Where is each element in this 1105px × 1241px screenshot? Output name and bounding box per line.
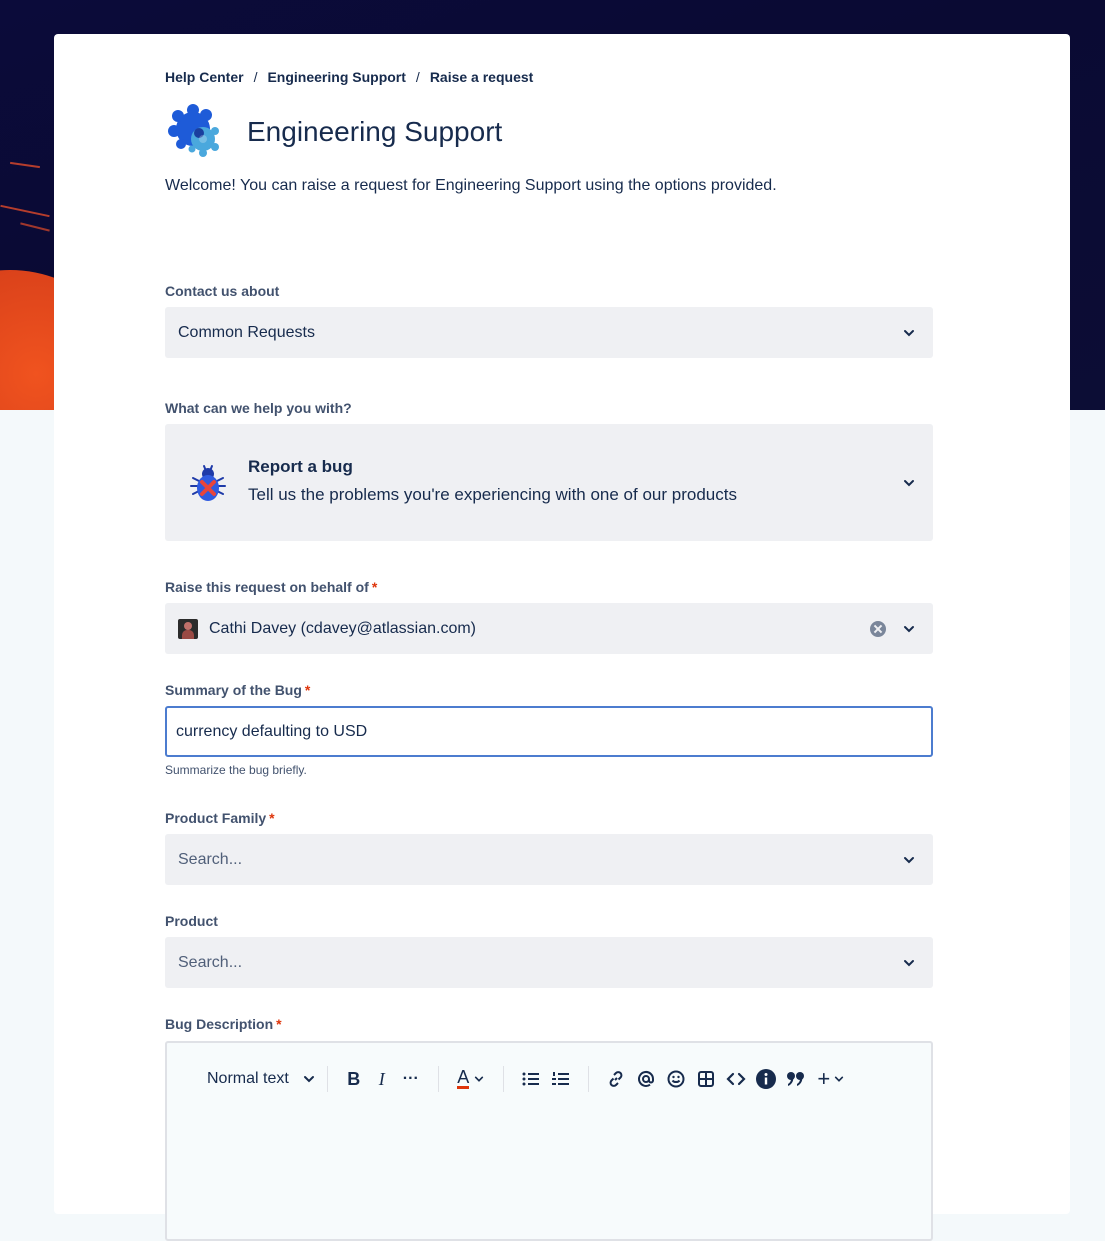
page-title: Engineering Support [247, 116, 503, 147]
product-family-select[interactable]: Search... [165, 834, 933, 885]
summary-label: Summary of the Bug * [165, 682, 310, 698]
chevron-down-icon [904, 479, 914, 486]
description-editor[interactable]: Normal text B I ··· A + [165, 1041, 933, 1241]
behalf-select[interactable]: Cathi Davey (cdavey@atlassian.com) [165, 603, 933, 654]
summary-hint: Summarize the bug briefly. [165, 763, 307, 777]
required-asterisk: * [304, 682, 311, 698]
breadcrumb-separator: / [253, 69, 258, 85]
avatar [178, 618, 198, 639]
breadcrumb-raise-request[interactable]: Raise a request [430, 69, 534, 85]
breadcrumb: Help Center / Engineering Support / Raise a … [165, 69, 533, 85]
contact-label-text: Contact us about [165, 283, 280, 299]
info-icon [755, 1069, 776, 1089]
chevron-down-icon [835, 1076, 844, 1082]
chevron-down-icon [904, 625, 914, 632]
bug-icon [190, 465, 226, 501]
table-button[interactable] [691, 1065, 721, 1093]
table-icon [697, 1071, 714, 1087]
contact-value: Common Requests [178, 323, 315, 341]
product-label-text: Product [165, 913, 218, 929]
quote-icon [786, 1072, 804, 1086]
bullet-list-icon [522, 1072, 539, 1086]
code-button[interactable] [721, 1065, 751, 1093]
clear-icon[interactable] [870, 620, 886, 637]
italic-button[interactable]: I [368, 1065, 396, 1093]
toolbar-divider [587, 1066, 589, 1092]
product-family-placeholder: Search... [178, 850, 243, 868]
bold-button[interactable]: B [340, 1065, 368, 1093]
welcome-text: Welcome! You can raise a request for Eng… [165, 177, 777, 194]
mention-icon [637, 1070, 654, 1087]
code-icon [726, 1072, 746, 1086]
hero-streak [20, 222, 50, 232]
required-asterisk: * [371, 579, 378, 595]
chevron-down-icon [303, 1076, 314, 1083]
breadcrumb-separator: / [415, 69, 420, 85]
page-header: Engineering Support [165, 102, 502, 162]
link-icon [609, 1071, 623, 1087]
request-type-select[interactable]: Report a bug Tell us the problems you're… [165, 424, 933, 541]
numbered-list-button[interactable] [546, 1065, 576, 1093]
help-label-text: What can we help you with? [165, 400, 352, 416]
chevron-down-icon [904, 329, 914, 336]
toolbar-divider [437, 1066, 439, 1092]
behalf-label: Raise this request on behalf of * [165, 579, 377, 595]
plus-icon: + [817, 1066, 831, 1091]
hero-streak [0, 204, 50, 218]
behalf-label-text: Raise this request on behalf of [165, 579, 369, 595]
contact-select[interactable]: Common Requests [165, 307, 933, 358]
editor-toolbar: Normal text B I ··· A + [207, 1065, 851, 1093]
insert-menu-button[interactable]: + [811, 1065, 851, 1093]
hero-streak [10, 161, 40, 169]
request-card: Help Center / Engineering Support / Raise a … [54, 34, 1070, 1241]
more-formatting-button[interactable]: ··· [396, 1065, 426, 1093]
text-color-button[interactable]: A [451, 1065, 491, 1093]
product-family-label: Product Family * [165, 810, 275, 826]
contact-label: Contact us about [165, 283, 279, 299]
request-type-description: Tell us the problems you're experiencing… [248, 485, 737, 504]
toolbar-divider [502, 1066, 504, 1092]
quote-button[interactable] [781, 1065, 811, 1093]
emoji-button[interactable] [661, 1065, 691, 1093]
required-asterisk: * [276, 1016, 282, 1032]
emoji-icon [667, 1070, 685, 1088]
behalf-value: Cathi Davey (cdavey@atlassian.com) [209, 619, 477, 637]
link-button[interactable] [601, 1065, 631, 1093]
chevron-down-icon [904, 856, 914, 863]
product-label: Product [165, 913, 218, 929]
gear-logo-icon [168, 104, 219, 157]
numbered-list-icon [551, 1072, 569, 1085]
help-label: What can we help you with? [165, 400, 352, 416]
required-asterisk: * [269, 810, 275, 826]
text-color-icon: A [457, 1067, 470, 1089]
product-select[interactable]: Search... [165, 937, 933, 988]
request-type-title: Report a bug [248, 457, 353, 476]
breadcrumb-engineering-support[interactable]: Engineering Support [267, 69, 405, 85]
product-family-label-text: Product Family [165, 810, 267, 826]
breadcrumb-help-center[interactable]: Help Center [165, 69, 244, 85]
toolbar-divider [326, 1066, 328, 1092]
text-style-dropdown[interactable]: Normal text [207, 1065, 315, 1093]
description-label-text: Bug Description [165, 1016, 274, 1032]
summary-input[interactable]: currency defaulting to USD [165, 706, 933, 757]
chevron-down-icon [475, 1076, 484, 1082]
mention-button[interactable] [631, 1065, 661, 1093]
text-style-label: Normal text [207, 1070, 289, 1087]
summary-label-text: Summary of the Bug [165, 682, 302, 698]
bullet-list-button[interactable] [516, 1065, 546, 1093]
product-placeholder: Search... [178, 953, 243, 971]
info-panel-button[interactable] [751, 1065, 781, 1093]
summary-value: currency defaulting to USD [176, 722, 368, 740]
description-label: Bug Description * [165, 1016, 282, 1032]
chevron-down-icon [904, 959, 914, 966]
